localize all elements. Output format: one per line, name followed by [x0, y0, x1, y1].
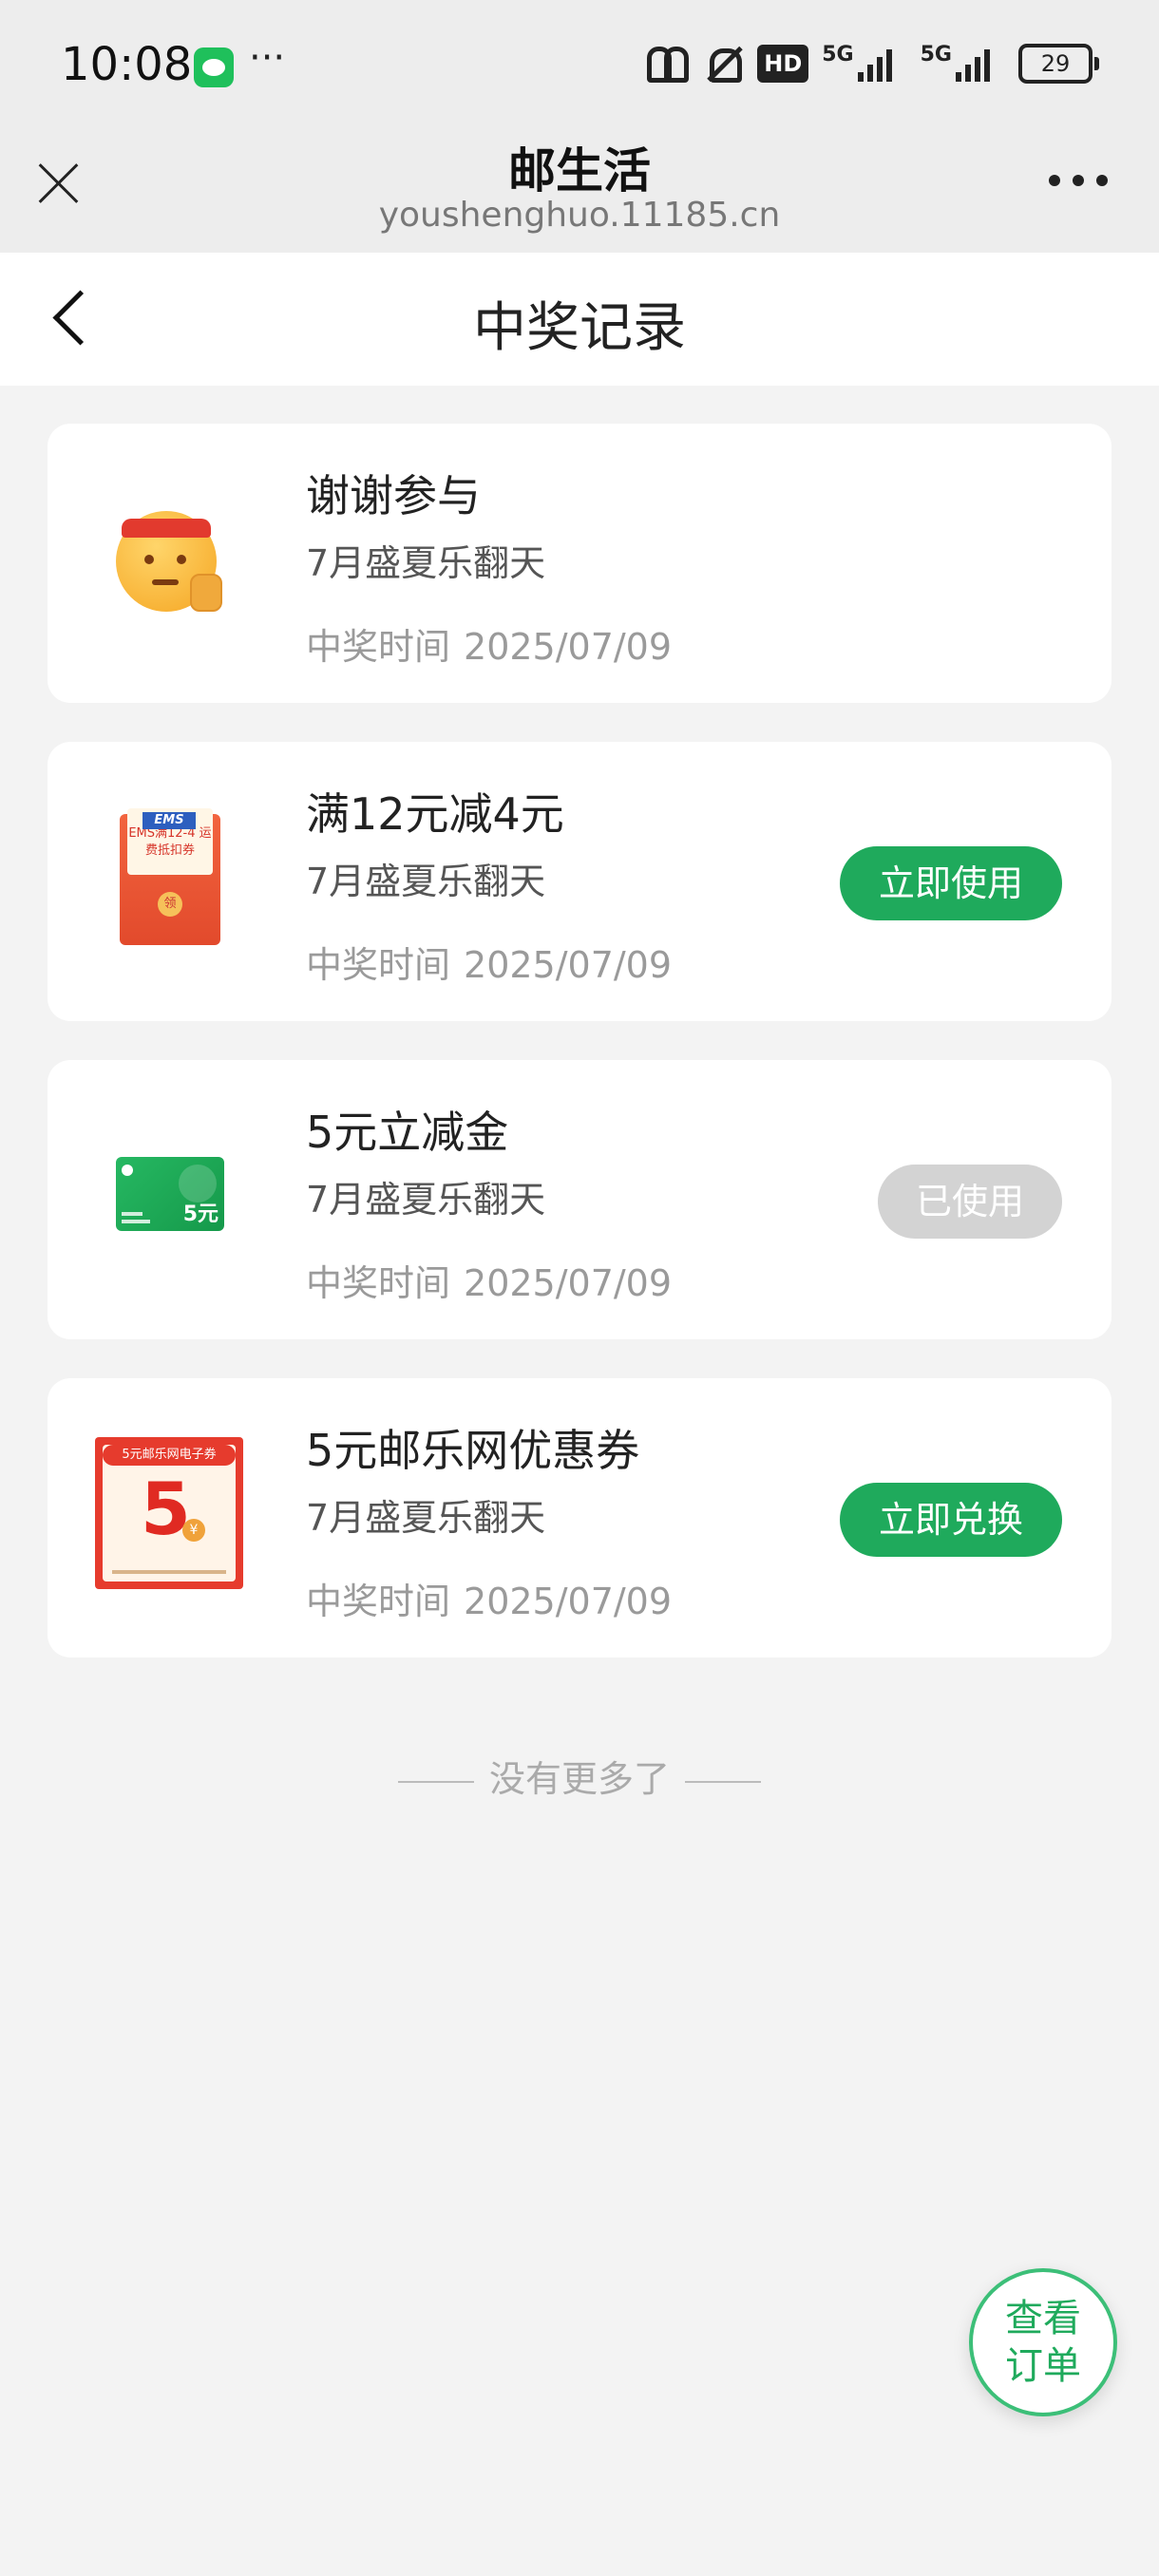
record-time: 中奖时间 2025/07/09 [306, 617, 672, 670]
record-title: 5元邮乐网优惠券 [306, 1425, 640, 1476]
envelope-seal: 领 [158, 892, 182, 917]
status-icons: HD 5G 5G 29 [645, 40, 1099, 87]
green-card-icon: 5元 [116, 1157, 224, 1231]
record-time-label: 中奖时间 [306, 944, 451, 986]
record-time-value: 2025/07/09 [464, 1581, 673, 1622]
used-button: 已使用 [878, 1165, 1062, 1239]
network-5g-label: 5G [822, 42, 854, 66]
divider-line [685, 1780, 761, 1783]
record-time-value: 2025/07/09 [464, 1262, 673, 1304]
record-time: 中奖时间 2025/07/09 [306, 1572, 672, 1624]
more-options-icon[interactable] [1049, 175, 1108, 188]
record-time-label: 中奖时间 [306, 626, 451, 668]
status-bar: 10:08 ··· HD 5G 5G 29 [0, 0, 1159, 133]
record-card: 5元邮乐网电子券 5 ¥ 5元邮乐网优惠券 7月盛夏乐翻天 中奖时间 2025/0… [48, 1378, 1112, 1657]
signal-icon [857, 46, 907, 82]
earbuds-icon [645, 43, 691, 85]
green-card-amount: 5元 [182, 1203, 218, 1226]
hd-icon: HD [757, 45, 809, 83]
coupon-icon: 5元邮乐网电子券 5 ¥ [95, 1437, 243, 1589]
record-time-value: 2025/07/09 [464, 626, 673, 668]
record-title: 谢谢参与 [306, 470, 481, 521]
webview-url: youshenghuo.11185.cn [378, 196, 781, 235]
record-title: 5元立减金 [306, 1107, 509, 1158]
webview-title: 邮生活 [508, 143, 651, 199]
record-time-label: 中奖时间 [306, 1581, 451, 1622]
fab-line2: 订单 [1005, 2344, 1081, 2388]
fab-line1: 查看 [1005, 2297, 1081, 2340]
record-time-value: 2025/07/09 [464, 944, 673, 986]
no-more-label: 没有更多了 [488, 1758, 670, 1800]
network-5g-label-2: 5G [920, 42, 952, 66]
ems-red-envelope-icon: EMS满12-4 运费抵扣券 EMS 领 [120, 808, 220, 945]
record-activity: 7月盛夏乐翻天 [306, 1179, 546, 1221]
record-card: 5元 5元立减金 7月盛夏乐翻天 中奖时间 2025/07/09 已使用 [48, 1060, 1112, 1339]
wechat-icon [194, 47, 234, 87]
record-title: 满12元减4元 [306, 788, 564, 840]
status-time: 10:08 [61, 38, 193, 91]
coupon-head: 5元邮乐网电子券 [103, 1445, 236, 1466]
record-activity: 7月盛夏乐翻天 [306, 1497, 546, 1539]
ems-logo: EMS [142, 812, 196, 829]
view-orders-button[interactable]: 查看 订单 [969, 2268, 1117, 2416]
record-activity: 7月盛夏乐翻天 [306, 861, 546, 902]
record-card: EMS满12-4 运费抵扣券 EMS 领 满12元减4元 7月盛夏乐翻天 中奖时… [48, 742, 1112, 1021]
record-activity: 7月盛夏乐翻天 [306, 542, 546, 584]
use-now-button[interactable]: 立即使用 [840, 846, 1062, 920]
redeem-now-button[interactable]: 立即兑换 [840, 1483, 1062, 1557]
record-card: 谢谢参与 7月盛夏乐翻天 中奖时间 2025/07/09 [48, 424, 1112, 703]
page-title: 中奖记录 [473, 297, 686, 359]
page-header: 中奖记录 [0, 253, 1159, 386]
record-time-label: 中奖时间 [306, 1262, 451, 1304]
record-time: 中奖时间 2025/07/09 [306, 936, 672, 988]
signal-icon-2 [956, 46, 1005, 82]
divider-line [397, 1780, 474, 1783]
bell-muted-icon [704, 43, 744, 85]
thanks-emoji-icon [116, 511, 222, 612]
no-more-text: 没有更多了 [0, 1750, 1159, 1802]
status-more-icon: ··· [249, 36, 286, 80]
record-time: 中奖时间 2025/07/09 [306, 1254, 672, 1306]
webview-bar: 邮生活 youshenghuo.11185.cn [0, 133, 1159, 253]
battery-icon: 29 [1018, 44, 1099, 84]
coupon-yen: ¥ [182, 1519, 205, 1542]
